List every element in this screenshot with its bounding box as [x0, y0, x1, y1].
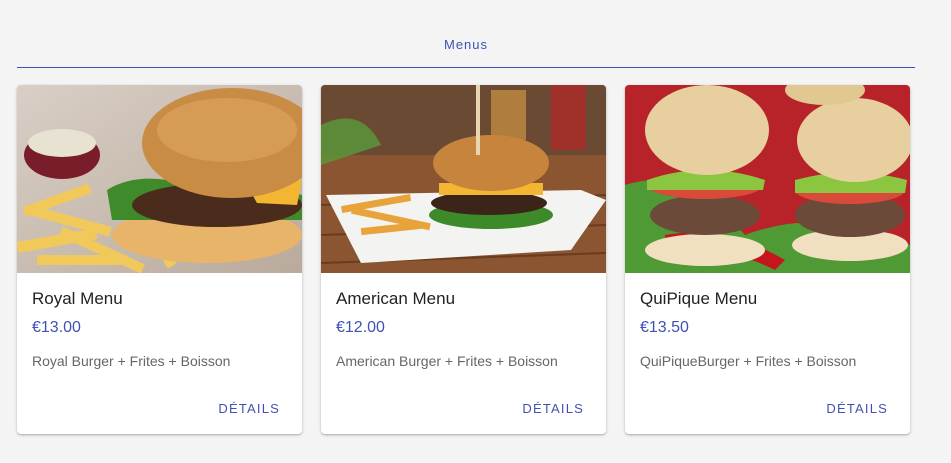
card-title: QuiPique Menu [640, 289, 758, 308]
menu-card-american: American Menu €12.00 American Burger + F… [321, 85, 606, 434]
card-price: €13.00 [32, 319, 81, 336]
details-button[interactable]: DÉTAILS [210, 399, 288, 418]
card-title: American Menu [336, 289, 456, 308]
menu-card-list: Royal Menu €13.00 Royal Burger + Frites … [17, 85, 910, 434]
details-button[interactable]: DÉTAILS [514, 399, 592, 418]
section-title: Menus [443, 37, 489, 52]
card-price: €13.50 [640, 319, 689, 336]
menu-card-quipique: QuiPique Menu €13.50 QuiPiqueBurger + Fr… [625, 85, 910, 434]
american-menu-image [321, 85, 606, 273]
card-price: €12.00 [336, 319, 385, 336]
quipique-menu-image [625, 85, 910, 273]
details-button[interactable]: DÉTAILS [818, 399, 896, 418]
card-title: Royal Menu [32, 289, 123, 308]
menu-card-royal: Royal Menu €13.00 Royal Burger + Frites … [17, 85, 302, 434]
card-description: Royal Burger + Frites + Boisson [32, 353, 231, 369]
section-header: Menus [17, 30, 915, 68]
card-description: American Burger + Frites + Boisson [336, 353, 558, 369]
card-description: QuiPiqueBurger + Frites + Boisson [640, 353, 857, 369]
royal-menu-image [17, 85, 302, 273]
